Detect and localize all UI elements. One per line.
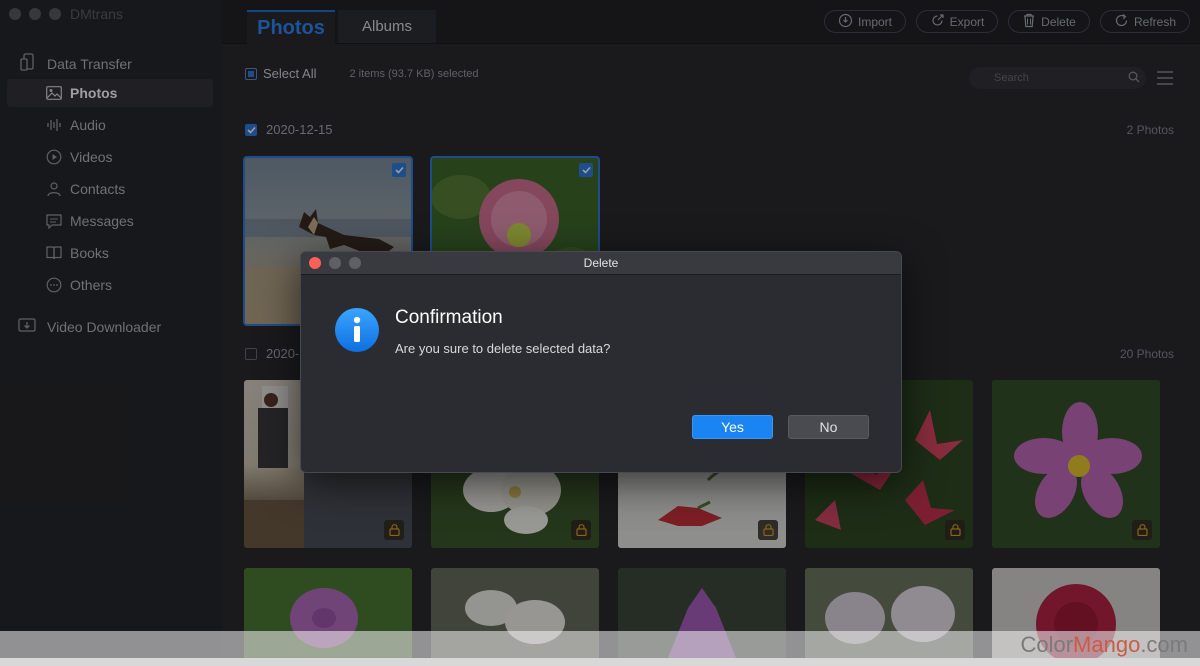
no-button[interactable]: No [788,415,869,439]
info-icon [334,307,380,358]
dialog-title: Delete [583,256,619,270]
window-bottom-edge [0,658,1200,666]
yes-button[interactable]: Yes [692,415,773,439]
dialog-heading: Confirmation [395,307,503,328]
dialog-titlebar: Delete [301,252,901,275]
dialog-close-button[interactable] [309,257,321,269]
dialog-message: Are you sure to delete selected data? [395,341,611,356]
dialog-minimize-button[interactable] [329,257,341,269]
watermark-logo: ColorMango.com [1020,632,1188,657]
app-window: DMtrans Data Transfer Photos Audio Video… [0,0,1200,666]
dialog-zoom-button[interactable] [349,257,361,269]
watermark-strip: ColorMango.com [0,631,1200,658]
dialog-window-controls [309,257,361,269]
delete-dialog: Delete Confirmation Are you sure to dele… [300,251,902,473]
